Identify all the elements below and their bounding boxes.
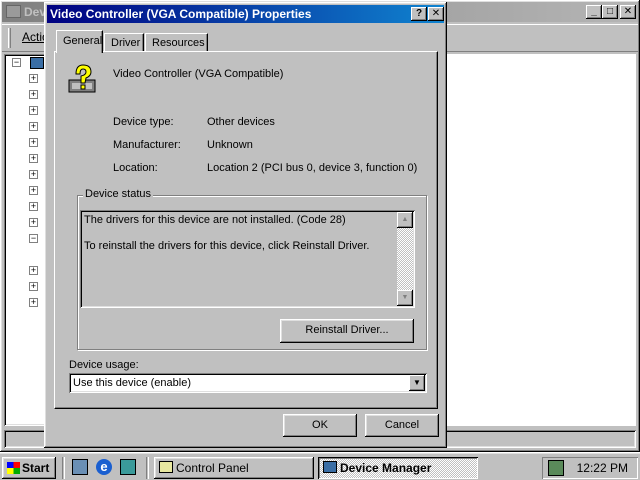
device-status-textbox[interactable]: The drivers for this device are not inst… (80, 210, 415, 308)
task-control-panel[interactable]: Control Panel (154, 457, 314, 479)
location-value: Location 2 (PCI bus 0, device 3, functio… (207, 162, 418, 174)
task-device-manager[interactable]: Device Manager (318, 457, 478, 479)
tree-expand-icon[interactable]: + (29, 122, 38, 131)
taskbar: Start e Control Panel Device Manager 12:… (0, 452, 640, 480)
tab-strip: General Driver Resources (56, 30, 436, 53)
device-type-label: Device type: (113, 116, 174, 128)
internet-explorer-icon[interactable]: e (96, 459, 112, 475)
tree-expand-icon[interactable]: + (29, 186, 38, 195)
tab-resources[interactable]: Resources (145, 33, 208, 52)
device-usage-select[interactable]: Use this device (enable) ▼ (69, 373, 427, 393)
device-manager-icon (6, 5, 21, 18)
device-usage-label: Device usage: (69, 359, 139, 371)
help-button[interactable]: ? (411, 7, 427, 21)
device-manager-icon (323, 461, 337, 473)
tree-expand-icon[interactable]: + (29, 106, 38, 115)
status-message-line2: To reinstall the drivers for this device… (84, 240, 370, 252)
taskbar-divider (146, 457, 149, 479)
tree-expand-icon[interactable]: + (29, 154, 38, 163)
ok-button[interactable]: OK (283, 414, 357, 437)
reinstall-driver-button[interactable]: Reinstall Driver... (280, 319, 414, 343)
device-manager-right-pane (446, 54, 636, 426)
device-name: Video Controller (VGA Compatible) (113, 68, 284, 80)
device-usage-value: Use this device (enable) (73, 377, 192, 389)
toolbar-grip (8, 28, 11, 48)
clock[interactable]: 12:22 PM (577, 461, 628, 475)
close-button[interactable]: ✕ (620, 5, 636, 19)
tree-expand-icon[interactable]: + (29, 90, 38, 99)
tree-collapse-icon[interactable]: − (29, 234, 38, 243)
taskbar-divider (62, 457, 65, 479)
manufacturer-value: Unknown (207, 139, 253, 151)
location-label: Location: (113, 162, 158, 174)
scroll-down-icon[interactable]: ▼ (397, 290, 413, 306)
network-icon[interactable] (548, 460, 564, 476)
device-type-value: Other devices (207, 116, 275, 128)
tree-expand-icon[interactable]: + (29, 202, 38, 211)
start-label: Start (22, 461, 50, 475)
tab-general[interactable]: General (56, 30, 103, 53)
device-manager-title: Dev (24, 5, 47, 19)
minimize-button[interactable]: _ (586, 5, 602, 19)
tree-expand-icon[interactable]: + (29, 266, 38, 275)
tab-driver[interactable]: Driver (104, 33, 144, 52)
dropdown-arrow-icon[interactable]: ▼ (409, 375, 425, 391)
computer-icon (30, 57, 44, 69)
tree-expand-icon[interactable]: + (29, 282, 38, 291)
tree-expand-icon[interactable]: + (29, 298, 38, 307)
system-tray: 12:22 PM (542, 457, 638, 479)
properties-dialog: Video Controller (VGA Compatible) Proper… (44, 2, 447, 448)
outlook-express-icon[interactable] (120, 459, 136, 475)
dialog-titlebar[interactable]: Video Controller (VGA Compatible) Proper… (47, 5, 444, 23)
dialog-close-button[interactable]: ✕ (428, 7, 444, 21)
status-message-line1: The drivers for this device are not inst… (84, 214, 346, 226)
device-status-legend: Device status (83, 188, 154, 200)
general-tab-panel: Video Controller (VGA Compatible) Device… (54, 51, 438, 409)
device-status-group: Device status The drivers for this devic… (77, 188, 427, 350)
status-scrollbar[interactable]: ▲ ▼ (397, 212, 413, 306)
question-device-icon (68, 64, 96, 93)
dialog-title: Video Controller (VGA Compatible) Proper… (50, 7, 312, 21)
windows-flag-icon (7, 462, 20, 474)
scroll-up-icon[interactable]: ▲ (397, 212, 413, 228)
tree-collapse-icon[interactable]: − (12, 58, 21, 67)
manufacturer-label: Manufacturer: (113, 139, 181, 151)
tree-expand-icon[interactable]: + (29, 74, 38, 83)
maximize-button[interactable]: □ (602, 5, 618, 19)
task-label: Control Panel (176, 461, 249, 475)
cancel-button[interactable]: Cancel (365, 414, 439, 437)
tree-expand-icon[interactable]: + (29, 138, 38, 147)
task-label: Device Manager (340, 461, 432, 475)
start-button[interactable]: Start (2, 457, 56, 479)
device-tree[interactable]: − + + + + + + + + + + − + + + (4, 54, 48, 426)
control-panel-icon (159, 461, 173, 473)
tree-expand-icon[interactable]: + (29, 170, 38, 179)
tree-expand-icon[interactable]: + (29, 218, 38, 227)
show-desktop-icon[interactable] (72, 459, 88, 475)
